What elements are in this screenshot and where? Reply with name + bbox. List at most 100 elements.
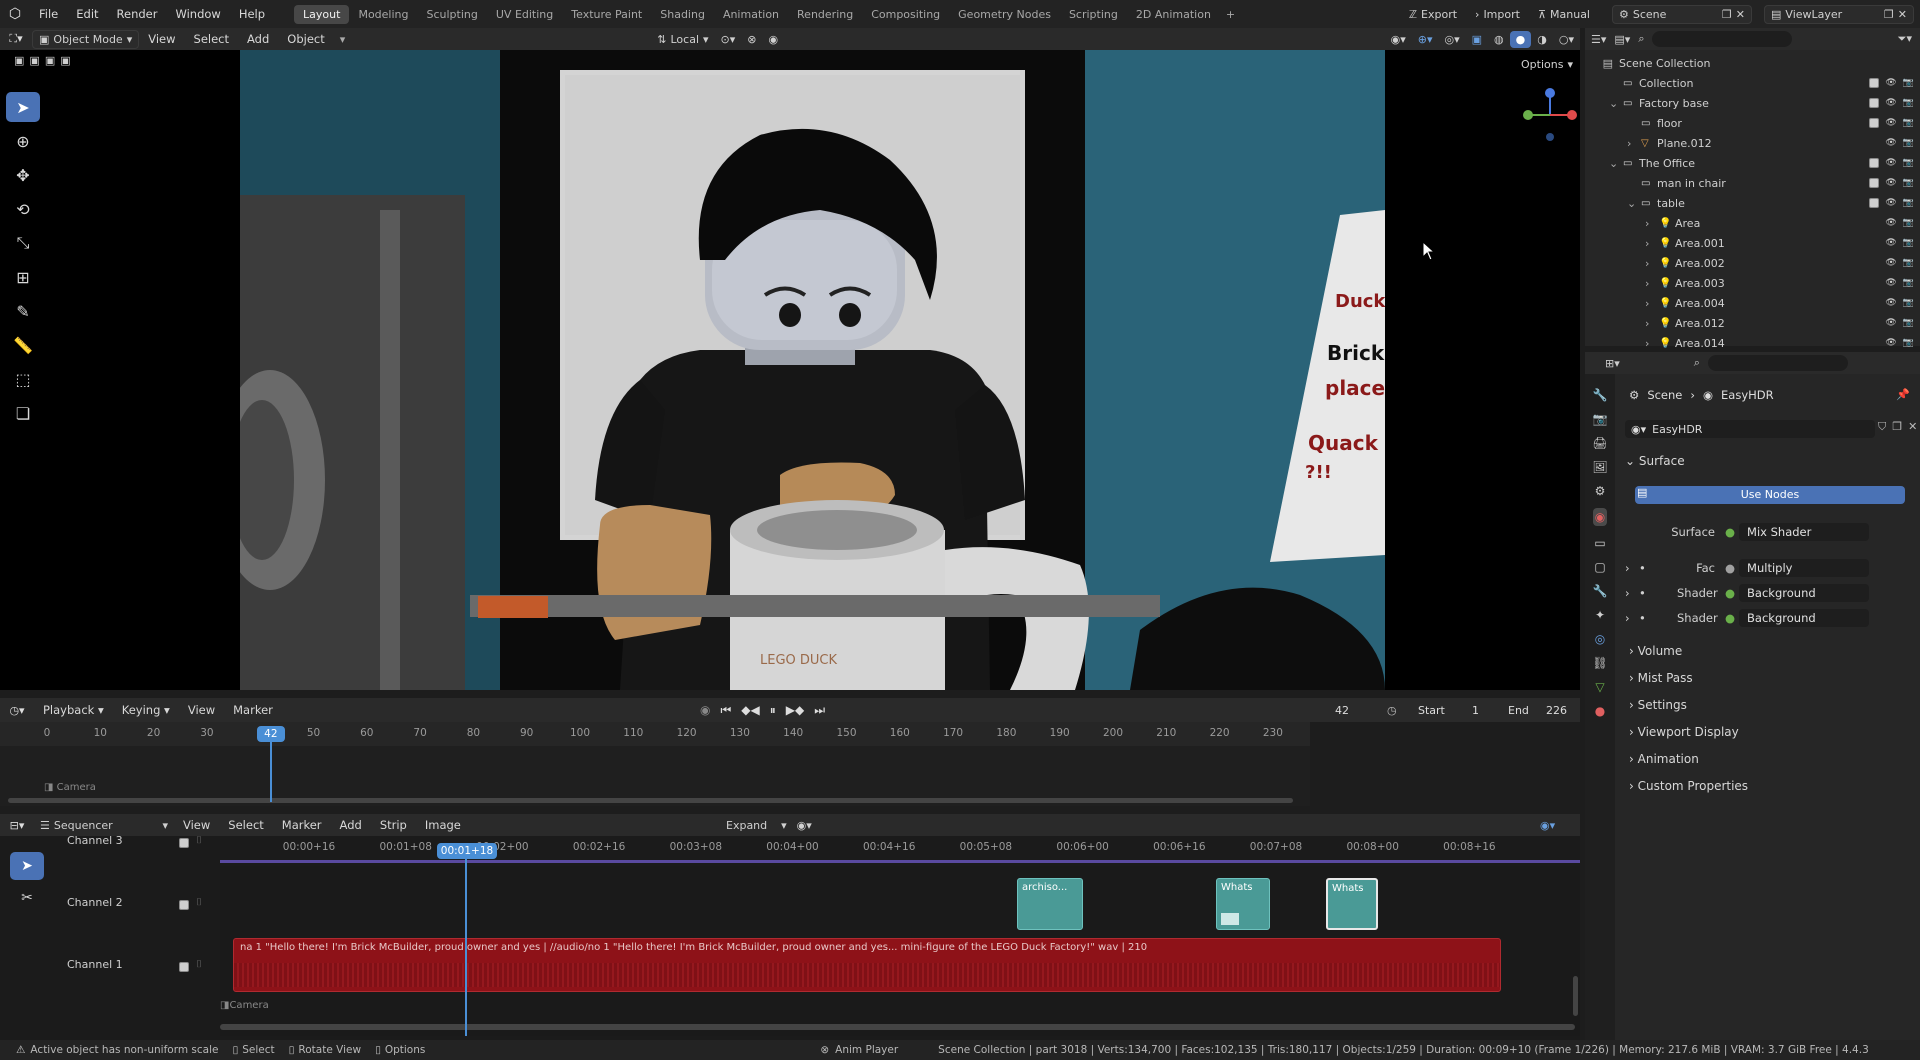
add-workspace-icon[interactable]: + [1220, 8, 1241, 21]
jump-end-icon[interactable]: ⏭ [814, 703, 825, 718]
exclude-checkbox[interactable] [1869, 178, 1880, 188]
camera-icon[interactable]: 📷 [1903, 78, 1914, 88]
sequencer-ruler[interactable]: 00:00+16 00:01+08 00:02+00 00:02+16 00:03+08… [0, 836, 1580, 858]
chevron-right-icon[interactable]: › [1645, 237, 1649, 250]
outliner-editor-icon[interactable]: ☰▾ [1591, 33, 1606, 46]
shield-icon[interactable]: ⛉ [1878, 420, 1886, 434]
close-icon[interactable]: ✕ [1736, 8, 1745, 21]
eye-icon[interactable]: 👁 [1885, 278, 1896, 288]
chevron-down-icon[interactable]: ⌄ [1627, 197, 1636, 210]
outliner-item[interactable]: › 💡 Area.001 👁 📷 [1585, 233, 1920, 253]
timeline-menu-playback[interactable]: Playback ▾ [34, 703, 113, 717]
shading-solid[interactable]: ● [1509, 30, 1532, 48]
start-field[interactable]: 1 [1472, 704, 1479, 717]
3d-viewport[interactable]: LEGO DUCK Duck Brick place Quack ?!! Opt… [0, 50, 1580, 690]
surface-shader-field[interactable]: Mix Shader [1739, 523, 1870, 541]
eye-icon[interactable]: 👁 [1885, 338, 1896, 348]
tab-uv-editing[interactable]: UV Editing [487, 5, 562, 24]
anim-player-label[interactable]: Anim Player [835, 1044, 898, 1056]
channel-3-mute-checkbox[interactable] [179, 838, 189, 848]
add-cube-tool[interactable]: ⬚ [6, 364, 40, 394]
eye-icon[interactable]: 👁 [1885, 98, 1896, 108]
timeline-menu-marker[interactable]: Marker [224, 703, 282, 717]
strip-whats-1[interactable]: Whats [1216, 878, 1270, 930]
viewlayer-selector[interactable]: ▤ ViewLayer ❐ ✕ [1764, 4, 1914, 24]
sequencer-menu-marker[interactable]: Marker [273, 818, 331, 832]
copy-icon[interactable]: ❐ [1884, 8, 1894, 21]
sequencer-tool-blade[interactable]: ✂ [10, 884, 44, 912]
scale-tool[interactable]: ⤡ [6, 228, 40, 258]
data-tab-icon[interactable]: ▽ [1595, 680, 1604, 694]
end-field[interactable]: 226 [1546, 704, 1567, 717]
exclude-checkbox[interactable] [1869, 118, 1880, 128]
outliner-item[interactable]: ⌄ ▭ The Office 👁 📷 [1585, 153, 1920, 173]
camera-icon[interactable]: 📷 [1903, 98, 1914, 108]
expand-selector[interactable]: Expand ▾ ◉▾ [720, 817, 818, 834]
menu-file[interactable]: File [30, 7, 67, 21]
chevron-down-icon[interactable]: ▾ [334, 33, 352, 46]
exclude-checkbox[interactable] [1869, 98, 1880, 108]
output-tab-icon[interactable]: 🖨 [1592, 436, 1607, 450]
material-tab-icon[interactable]: ● [1595, 704, 1605, 718]
copy-icon[interactable]: ❐ [1892, 420, 1902, 434]
properties-search-input[interactable] [1707, 355, 1848, 371]
tab-modeling[interactable]: Modeling [349, 5, 417, 24]
view-layer-tab-icon[interactable]: 🖼 [1592, 460, 1607, 474]
sequencer-menu-view[interactable]: View [174, 818, 219, 832]
fac-field[interactable]: Multiply [1739, 559, 1870, 577]
sequencer-overlay-icon[interactable]: ◉▾ [1540, 819, 1555, 832]
scene-tab-icon[interactable]: ⚙ [1595, 484, 1606, 498]
viewport-menu-select[interactable]: Select [185, 32, 238, 46]
sequencer-body[interactable]: ➤ ✂ 00:00+16 00:01+08 00:02+00 00:02+16 00:0… [0, 834, 1580, 1040]
outliner-item[interactable]: ⌄ ▭ table 👁 📷 [1585, 193, 1920, 213]
current-frame-field[interactable]: 42 [1335, 704, 1349, 717]
shader-2-field[interactable]: Background [1739, 609, 1870, 627]
chevron-right-icon[interactable]: › [1645, 297, 1649, 310]
outliner-item[interactable]: ⌄ ▭ Factory base 👁 📷 [1585, 93, 1920, 113]
timeline-menu-view[interactable]: View [179, 703, 224, 717]
anim-player-close-icon[interactable]: ⊗ [820, 1044, 829, 1056]
viewport-display-panel-header[interactable]: › Viewport Display [1629, 725, 1739, 739]
outliner-item[interactable]: › 💡 Area.004 👁 📷 [1585, 293, 1920, 313]
sequencer-menu-strip[interactable]: Strip [371, 818, 416, 832]
pause-icon[interactable]: ⏸ [770, 703, 776, 718]
timeline-playhead[interactable]: 42 [256, 726, 285, 742]
camera-icon[interactable]: 📷 [1903, 118, 1914, 128]
tab-shading[interactable]: Shading [651, 5, 714, 24]
outliner-root[interactable]: ▤ Scene Collection [1585, 53, 1920, 73]
object-tab-icon[interactable]: ▢ [1594, 560, 1605, 574]
sequencer-playhead[interactable]: 00:01+18 [437, 843, 497, 859]
rotate-tool[interactable]: ⟲ [6, 194, 40, 224]
mode-selector[interactable]: ▣ Object Mode ▾ [32, 29, 140, 49]
outliner-item[interactable]: › 💡 Area.014 👁 📷 [1585, 333, 1920, 353]
outliner-item[interactable]: › 💡 Area 👁 📷 [1585, 213, 1920, 233]
outliner-item[interactable]: › 💡 Area.003 👁 📷 [1585, 273, 1920, 293]
snap-toggle[interactable]: ⊗ [741, 31, 762, 48]
camera-icon[interactable]: 📷 [1903, 218, 1914, 228]
jump-start-icon[interactable]: ⏮ [720, 703, 731, 718]
close-icon[interactable]: ✕ [1908, 420, 1917, 434]
physics-tab-icon[interactable]: ◎ [1595, 632, 1605, 646]
outliner-search-input[interactable] [1652, 31, 1793, 47]
options-button[interactable]: Options ▾ [1515, 56, 1579, 73]
strip-audio-dialogue[interactable]: na 1 "Hello there! I'm Brick McBuilder, … [233, 938, 1501, 992]
camera-icon[interactable]: 📷 [1903, 258, 1914, 268]
timeline-scrollbar[interactable] [8, 798, 1293, 803]
eye-icon[interactable]: 👁 [1885, 198, 1896, 208]
manual-button[interactable]: ⊼ Manual [1532, 6, 1596, 23]
menu-edit[interactable]: Edit [67, 7, 107, 21]
tab-animation[interactable]: Animation [714, 5, 788, 24]
tab-scripting[interactable]: Scripting [1060, 5, 1127, 24]
record-icon[interactable]: ◉ [700, 703, 710, 718]
render-tab-icon[interactable]: 📷 [1593, 412, 1608, 426]
measure-tool[interactable]: 📏 [6, 330, 40, 360]
strip-archiso[interactable]: archiso... [1017, 878, 1083, 930]
orientation-selector[interactable]: ⇅ Local ▾ [651, 31, 714, 48]
eye-icon[interactable]: 👁 [1885, 78, 1896, 88]
filter-icon[interactable]: ⏷▾ [1898, 32, 1912, 46]
keyframe-next-icon[interactable]: ▶◆ [786, 703, 804, 718]
channel-3-lock-icon[interactable]: ⌷ [196, 835, 202, 846]
viewport-menu-object[interactable]: Object [278, 32, 333, 46]
select-tool[interactable]: ➤ [6, 92, 40, 122]
chevron-right-icon[interactable]: › [1645, 337, 1649, 350]
